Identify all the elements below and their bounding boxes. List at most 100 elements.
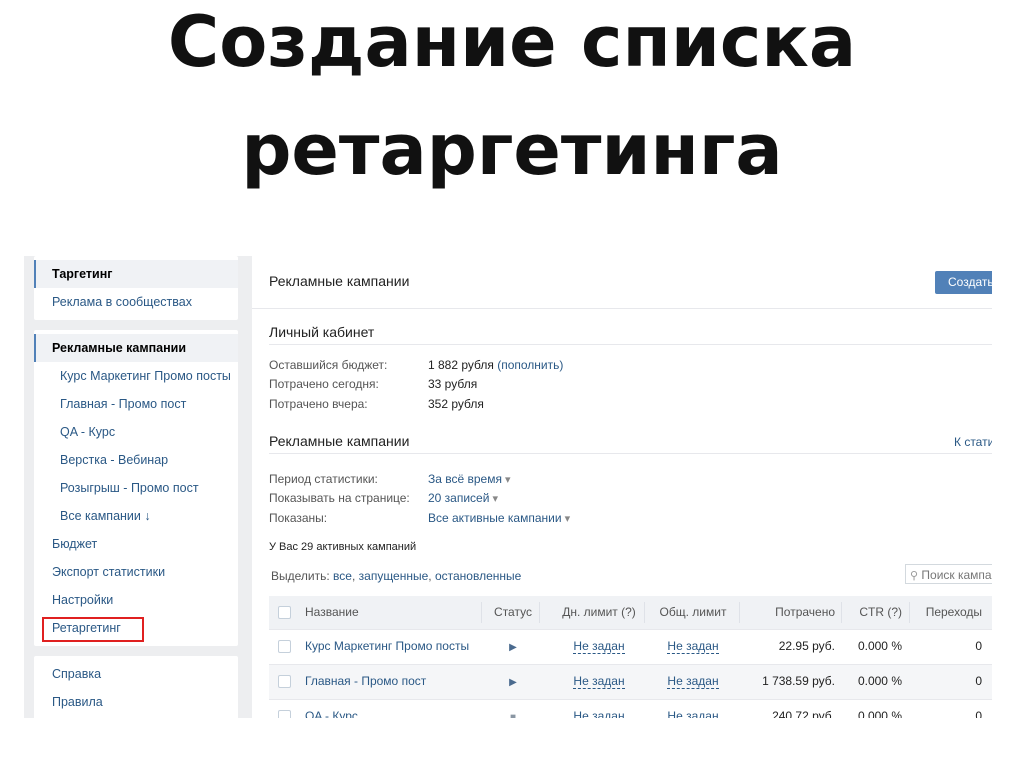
play-icon[interactable]: ▶ <box>509 642 517 653</box>
sidebar-item-campaign[interactable]: Главная - Промо пост <box>34 390 238 418</box>
column-divider <box>909 602 910 623</box>
search-placeholder: Поиск кампаний <box>921 568 992 582</box>
select-prefix: Выделить: <box>271 569 330 583</box>
per-page-label: Показывать на странице: <box>269 491 410 505</box>
select-all-link[interactable]: все <box>333 569 352 583</box>
campaign-name-link[interactable]: QA - Курс <box>305 700 358 718</box>
budget-value-row: 1 882 рубля (пополнить) <box>428 358 563 372</box>
total-limit-link[interactable]: Не задан <box>667 674 719 689</box>
campaigns-table: Название Статус Дн. лимит (?) Общ. лимит… <box>269 596 992 718</box>
period-dropdown[interactable]: За всё время <box>428 472 511 486</box>
total-limit-cell: Не задан <box>654 700 732 718</box>
sidebar-item-campaign[interactable]: Розыгрыш - Промо пост <box>34 474 238 502</box>
daily-limit-link[interactable]: Не задан <box>573 709 624 718</box>
budget-value: 1 882 рубля <box>428 358 494 372</box>
status-cell[interactable]: ▶ <box>493 665 533 699</box>
row-checkbox[interactable] <box>278 640 291 653</box>
select-all-checkbox[interactable] <box>278 606 291 619</box>
col-clicks-header[interactable]: Переходы <box>914 596 982 629</box>
clicks-value: 0 <box>975 709 982 718</box>
sidebar-block-help: Справка Правила <box>34 656 238 718</box>
sidebar-item-campaign[interactable]: Курс Маркетинг Промо посты <box>34 362 238 390</box>
sidebar-item-campaigns[interactable]: Рекламные кампании <box>34 334 238 362</box>
total-limit-link[interactable]: Не задан <box>667 709 718 718</box>
sidebar-item-all-campaigns[interactable]: Все кампании ↓ <box>34 502 238 530</box>
spent-value: 240.72 руб. <box>772 709 835 718</box>
shown-label: Показаны: <box>269 511 328 525</box>
table-row[interactable]: Главная - Промо пост ▶ Не задан Не задан… <box>269 665 992 700</box>
sidebar-item-community-ads[interactable]: Реклама в сообществах <box>34 288 238 316</box>
spent-today-value: 33 рубля <box>428 377 478 391</box>
retargeting-highlight-box <box>42 617 144 642</box>
sidebar-item-budget[interactable]: Бюджет <box>34 530 238 558</box>
campaign-search-input[interactable]: ⚲ Поиск кампаний <box>905 564 992 584</box>
col-status-header[interactable]: Статус <box>493 596 533 629</box>
col-spent-header[interactable]: Потрачено <box>749 596 835 629</box>
status-cell[interactable]: ▶ <box>493 630 533 664</box>
column-divider <box>841 602 842 623</box>
sidebar-item-targeting[interactable]: Таргетинг <box>34 260 238 288</box>
to-statistics-link[interactable]: К статистике <box>954 435 992 449</box>
table-row[interactable]: QA - Курс ■ Не задан Не задан 240.72 руб… <box>269 700 992 718</box>
sidebar: Таргетинг Реклама в сообществах Рекламны… <box>34 256 238 718</box>
sidebar-item-export-stats[interactable]: Экспорт статистики <box>34 558 238 586</box>
campaign-name-link[interactable]: Главная - Промо пост <box>305 665 426 699</box>
divider <box>269 453 992 454</box>
period-label: Период статистики: <box>269 472 378 486</box>
sidebar-item-campaign[interactable]: QA - Курс <box>34 418 238 446</box>
topup-link[interactable]: (пополнить) <box>497 358 563 372</box>
column-divider <box>539 602 540 623</box>
campaigns-section-title: Рекламные кампании <box>269 433 410 449</box>
sidebar-block-campaigns: Рекламные кампании Курс Маркетинг Промо … <box>34 330 238 646</box>
slide-title-line1: Создание списка <box>167 1 857 83</box>
daily-limit-link[interactable]: Не задан <box>573 674 625 689</box>
spent-value: 22.95 руб. <box>778 639 835 653</box>
column-divider <box>739 602 740 623</box>
divider <box>269 344 992 345</box>
col-total-limit-header[interactable]: Общ. лимит <box>654 596 732 629</box>
daily-limit-cell: Не задан <box>561 665 637 699</box>
column-divider <box>644 602 645 623</box>
spent-yesterday-label: Потрачено вчера: <box>269 397 368 411</box>
total-limit-cell: Не задан <box>654 665 732 699</box>
stop-icon[interactable]: ■ <box>510 712 516 718</box>
play-icon[interactable]: ▶ <box>509 677 517 688</box>
cabinet-title: Личный кабинет <box>269 324 375 340</box>
select-stopped-link[interactable]: остановленные <box>435 569 521 583</box>
slide-title-line2: ретаргетинга <box>241 109 783 191</box>
row-checkbox[interactable] <box>278 675 291 688</box>
per-page-dropdown[interactable]: 20 записей <box>428 491 498 505</box>
col-daily-limit-header[interactable]: Дн. лимит (?) <box>561 596 637 629</box>
col-ctr-header[interactable]: CTR (?) <box>846 596 902 629</box>
sidebar-block-targeting: Таргетинг Реклама в сообществах <box>34 256 238 320</box>
sidebar-item-help[interactable]: Справка <box>34 660 238 688</box>
column-divider <box>481 602 482 623</box>
campaign-name-link[interactable]: Курс Маркетинг Промо посты <box>305 630 469 664</box>
main-header: Рекламные кампании Создать <box>252 256 992 309</box>
slide-title: Создание списка ретаргетинга <box>0 0 1024 198</box>
row-checkbox[interactable] <box>278 710 291 718</box>
screenshot: Таргетинг Реклама в сообществах Рекламны… <box>24 256 992 718</box>
ctr-value: 0.000 % <box>857 639 902 653</box>
main-panel: Рекламные кампании Создать Личный кабине… <box>252 256 992 718</box>
daily-limit-link[interactable]: Не задан <box>573 639 625 654</box>
sidebar-item-rules[interactable]: Правила <box>34 688 238 716</box>
table-row[interactable]: Курс Маркетинг Промо посты ▶ Не задан Не… <box>269 630 992 665</box>
clicks-value: 0 <box>975 639 982 653</box>
clicks-value: 0 <box>975 674 982 688</box>
search-icon: ⚲ <box>910 570 919 582</box>
shown-dropdown[interactable]: Все активные кампании <box>428 511 570 525</box>
sidebar-item-retargeting[interactable]: Ретаргетинг <box>34 614 238 642</box>
ctr-value: 0.000 % <box>857 674 902 688</box>
total-limit-link[interactable]: Не задан <box>667 639 719 654</box>
sidebar-item-campaign[interactable]: Верстка - Вебинар <box>34 446 238 474</box>
status-cell[interactable]: ■ <box>493 700 533 718</box>
active-campaigns-count: У Вас 29 активных кампаний <box>269 541 417 553</box>
budget-label: Оставшийся бюджет: <box>269 358 388 372</box>
col-name-header[interactable]: Название <box>305 596 359 629</box>
sidebar-item-settings[interactable]: Настройки <box>34 586 238 614</box>
create-button[interactable]: Создать <box>935 271 992 294</box>
select-running-link[interactable]: запущенные <box>359 569 429 583</box>
daily-limit-cell: Не задан <box>561 700 637 718</box>
spent-value: 1 738.59 руб. <box>762 674 835 688</box>
